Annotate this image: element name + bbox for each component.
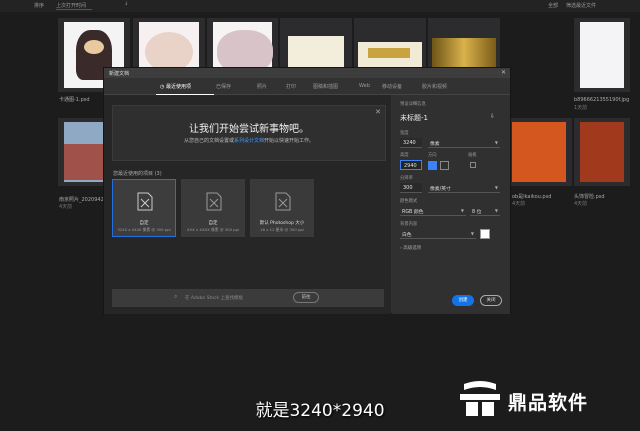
preset-desc: XXX x XXXX 像素 @ 300 ppi bbox=[186, 227, 240, 232]
color-mode-select[interactable]: RGB 颜色 ▼ bbox=[400, 206, 466, 216]
tab-art-illustration[interactable]: 图稿和插图 bbox=[313, 83, 338, 90]
preset-tabs: ◷ 最近使用项 已保存 照片 打印 图稿和插图 Web 移动设备 胶片和视频 bbox=[104, 79, 510, 95]
preset-details-panel: 预设详细信息 未标题-1 ⇩ 宽度 3240 像素 ▼ 高度 2940 方向 画板… bbox=[392, 95, 510, 314]
presets-panel: ✕ 让我们开始尝试新事物吧。 从您自己的文档设置或系列设计文档开始以快速开始工作… bbox=[104, 95, 391, 314]
preset-card-2[interactable]: 自定 XXX x XXXX 像素 @ 300 ppi bbox=[181, 179, 245, 237]
thumbnail-caption: 头饰冒险.psd bbox=[574, 194, 605, 200]
recent-items-label: 您最近使用的项目 (3) bbox=[113, 171, 162, 177]
thumbnail-date: 1天前 bbox=[574, 105, 588, 111]
artboard-checkbox[interactable] bbox=[470, 162, 476, 168]
height-input[interactable]: 2940 bbox=[400, 160, 422, 170]
width-input[interactable]: 3240 bbox=[400, 138, 422, 148]
bit-depth-select[interactable]: 8 位 ▼ bbox=[470, 206, 500, 216]
tab-photo[interactable]: 照片 bbox=[257, 83, 267, 90]
thumbnail-caption: ob是lkaikou.psd bbox=[512, 194, 552, 200]
preset-card-3[interactable]: 默认 Photoshop 大小 16 x 12 厘米 @ 300 ppi bbox=[250, 179, 314, 237]
create-button[interactable]: 创建 bbox=[452, 295, 474, 306]
resolution-input[interactable]: 300 bbox=[400, 183, 422, 193]
preset-name: 自定 bbox=[139, 221, 149, 226]
chevron-down-icon: ▼ bbox=[470, 231, 474, 236]
background-label: 背景内容 bbox=[400, 222, 418, 227]
sort-direction-icon[interactable]: ↓ bbox=[124, 1, 128, 7]
tab-mobile[interactable]: 移动设备 bbox=[382, 83, 402, 90]
thumbnail-10[interactable] bbox=[574, 118, 630, 186]
document-icon bbox=[206, 192, 222, 211]
brand-logo: 鼎品软件 bbox=[458, 380, 623, 420]
preset-desc: 16 x 12 厘米 @ 300 ppi bbox=[260, 227, 304, 232]
width-unit-select[interactable]: 像素 ▼ bbox=[428, 138, 500, 148]
thumbnail-date: 4天前 bbox=[59, 204, 73, 210]
chevron-down-icon: ▼ bbox=[494, 185, 498, 190]
preset-desc: 3240 x 4440 像素 @ 300 ppi bbox=[117, 227, 171, 232]
chevron-down-icon: ▼ bbox=[494, 208, 498, 213]
thumbnail-date: 4天前 bbox=[512, 201, 526, 207]
document-icon bbox=[275, 192, 291, 211]
preset-name: 自定 bbox=[208, 221, 218, 226]
color-mode-label: 颜色模式 bbox=[400, 199, 418, 204]
width-label: 宽度 bbox=[400, 131, 409, 136]
brand-logo-text: 鼎品软件 bbox=[508, 392, 589, 414]
tab-recent[interactable]: ◷ 最近使用项 bbox=[160, 83, 191, 90]
banner-headline: 让我们开始尝试新事物吧。 bbox=[189, 124, 309, 135]
thumbnail-caption: b8966621355190f.jpg bbox=[574, 97, 630, 103]
preset-card-1[interactable]: 自定 3240 x 4440 像素 @ 300 ppi bbox=[112, 179, 176, 237]
close-button[interactable]: 关闭 bbox=[480, 295, 502, 306]
filter-all[interactable]: 全部 bbox=[548, 2, 558, 9]
tab-film-video[interactable]: 胶片和视频 bbox=[422, 83, 447, 90]
advanced-options-toggle[interactable]: › 高级选项 bbox=[400, 245, 421, 251]
tab-saved[interactable]: 已保存 bbox=[216, 83, 231, 90]
welcome-banner: ✕ 让我们开始尝试新事物吧。 从您自己的文档设置或系列设计文档开始以快速开始工作… bbox=[112, 105, 386, 161]
new-document-dialog: 新建文档 ✕ ◷ 最近使用项 已保存 照片 打印 图稿和插图 Web 移动设备 … bbox=[103, 67, 511, 314]
landscape-orientation-button[interactable] bbox=[440, 161, 449, 170]
stock-search-bar: ⌕ 在 Adobe Stock 上查找模板 前往 bbox=[112, 289, 384, 307]
resolution-unit-select[interactable]: 像素/英寸 ▼ bbox=[428, 183, 500, 193]
section-label: 预设详细信息 bbox=[400, 102, 426, 107]
background-select[interactable]: 白色 ▼ bbox=[400, 229, 476, 239]
portrait-orientation-button[interactable] bbox=[428, 161, 437, 170]
orientation-label: 方向 bbox=[428, 153, 437, 158]
background-color-swatch[interactable] bbox=[480, 229, 490, 239]
document-icon bbox=[137, 192, 153, 211]
stock-search-input[interactable]: 在 Adobe Stock 上查找模板 bbox=[185, 295, 243, 301]
thumbnail-caption: 南京照片_2020942 bbox=[59, 197, 104, 203]
thumbnail-date: 4天前 bbox=[574, 201, 588, 207]
thumbnail-9[interactable] bbox=[506, 118, 572, 186]
sort-dropdown[interactable]: 上次打开时间 bbox=[56, 2, 93, 10]
search-icon: ⌕ bbox=[174, 293, 178, 300]
filter-recent-input[interactable]: 筛选最近文件 bbox=[566, 2, 596, 9]
dialog-title-bar: 新建文档 ✕ bbox=[104, 68, 510, 78]
banner-link[interactable]: 系列设计文档 bbox=[234, 138, 264, 144]
close-icon[interactable]: ✕ bbox=[501, 69, 506, 76]
close-icon[interactable]: ✕ bbox=[375, 108, 381, 116]
tab-web[interactable]: Web bbox=[359, 83, 370, 89]
thumbnail-caption: 卡通图-1.psd bbox=[59, 97, 90, 103]
sort-label: 排序 bbox=[34, 3, 45, 9]
resolution-label: 分辨率 bbox=[400, 176, 413, 181]
save-preset-icon[interactable]: ⇩ bbox=[490, 113, 495, 120]
tab-print[interactable]: 打印 bbox=[286, 83, 296, 90]
height-label: 高度 bbox=[400, 153, 409, 158]
dialog-title: 新建文档 bbox=[109, 71, 130, 77]
go-button[interactable]: 前往 bbox=[293, 292, 319, 303]
chevron-down-icon: ▼ bbox=[494, 140, 498, 145]
chevron-down-icon: ▼ bbox=[460, 208, 464, 213]
thumbnail-7[interactable] bbox=[574, 18, 630, 92]
document-name-field[interactable]: 未标题-1 bbox=[400, 113, 428, 123]
banner-text: 从您自己的文档设置或系列设计文档开始以快速开始工作。 bbox=[183, 138, 315, 144]
preset-name: 默认 Photoshop 大小 bbox=[259, 221, 305, 226]
brand-logo-icon bbox=[460, 381, 500, 416]
artboard-label: 画板 bbox=[468, 153, 477, 158]
top-bar: 排序 上次打开时间 ↓ 全部 筛选最近文件 bbox=[0, 0, 640, 12]
